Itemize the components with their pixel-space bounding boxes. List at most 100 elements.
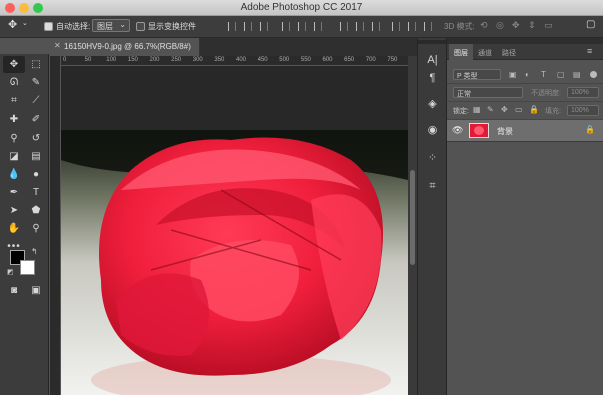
tool-preset-chevron-icon[interactable]: ⌄ — [22, 19, 28, 27]
layer-filter-dropdown[interactable]: P 类型 — [453, 69, 501, 80]
zoom-tool-icon[interactable]: ⚲ — [25, 220, 47, 237]
ruler-tick-label: 450 — [257, 57, 268, 63]
3d-rotate-icon[interactable]: ⟲ — [480, 20, 488, 31]
brush-tool-icon[interactable]: ✐ — [25, 111, 47, 128]
crop-panel-icon[interactable]: ⌗ — [424, 178, 441, 195]
character-panel-icon[interactable]: A| — [424, 52, 441, 69]
tab-paths[interactable]: 路径 — [497, 44, 521, 60]
fill-label: 填充: — [545, 108, 561, 115]
ruler-tick-label: 200 — [149, 57, 160, 63]
opacity-input[interactable]: 100% — [567, 87, 599, 98]
lock-label: 锁定: — [453, 108, 469, 115]
move-tool-icon[interactable]: ✥ — [8, 18, 17, 31]
filter-adjustment-icon[interactable]: ◐ — [525, 70, 530, 79]
ruler-tick-label: 700 — [365, 57, 376, 63]
align-right-icon[interactable] — [314, 22, 322, 31]
panel-menu-icon[interactable]: ≡ — [587, 46, 592, 56]
distribute-right-icon[interactable] — [424, 22, 432, 31]
collapsed-panels-handle[interactable] — [418, 40, 446, 44]
swatches-panel-icon[interactable]: ⁘ — [424, 150, 441, 167]
lasso-tool-icon[interactable]: ᘏ — [3, 74, 25, 91]
filter-pixel-icon[interactable]: ▣ — [509, 70, 517, 79]
paragraph-panel-icon[interactable]: ¶ — [424, 70, 441, 87]
marquee-tool-icon[interactable]: ⬚ — [25, 56, 47, 73]
vertical-ruler — [50, 56, 61, 395]
panel-tabs: 图层 通道 路径 ≡ — [447, 44, 603, 60]
default-colors-icon[interactable]: ◩ — [7, 268, 14, 276]
auto-select-label: 自动选择: — [56, 22, 91, 31]
gradient-tool-icon[interactable]: ▤ — [25, 148, 47, 165]
align-top-icon[interactable] — [228, 22, 236, 31]
document-tab[interactable]: ✕ 16150HV9-0.jpg @ 66.7%(RGB/8#) — [50, 38, 200, 56]
properties-panel-icon[interactable]: ◉ — [424, 122, 441, 139]
layer-filter-row: P 类型 ▣ ◐ T ▢ ▤ — [447, 66, 603, 84]
vertical-scroll-thumb[interactable] — [410, 170, 415, 265]
fill-input[interactable]: 100% — [567, 105, 599, 116]
distribute-center-icon[interactable] — [356, 22, 364, 31]
show-transform-checkbox[interactable] — [136, 22, 145, 31]
distribute-hcenter-icon[interactable] — [408, 22, 416, 31]
distribute-bottom-icon[interactable] — [372, 22, 380, 31]
dodge-tool-icon[interactable]: ● — [25, 166, 47, 183]
align-left-icon[interactable] — [282, 22, 290, 31]
layer-comps-icon[interactable]: ◈ — [424, 96, 441, 113]
clone-stamp-tool-icon[interactable]: ⚲ — [3, 130, 25, 147]
filter-type-icon[interactable]: T — [541, 70, 546, 79]
close-tab-icon[interactable]: ✕ — [54, 41, 61, 50]
ruler-tick-label: 350 — [214, 57, 225, 63]
align-horizontal-center-icon[interactable] — [298, 22, 306, 31]
rose-photo — [61, 130, 408, 395]
tab-layers[interactable]: 图层 — [449, 44, 473, 60]
quick-mask-icon[interactable]: ◙ — [3, 282, 25, 299]
lock-transparent-icon[interactable]: ▦ — [473, 105, 481, 114]
lock-artboard-icon[interactable]: ▭ — [515, 105, 523, 114]
auto-select-value: 图层 — [97, 22, 113, 31]
ruler-tick-label: 100 — [106, 57, 117, 63]
filter-smart-object-icon[interactable]: ▤ — [573, 70, 581, 79]
lock-row: 锁定: ▦ ✎ ✥ ▭ 🔒 填充: 100% — [447, 102, 603, 120]
path-select-tool-icon[interactable]: ➤ — [3, 202, 25, 219]
swap-colors-icon[interactable]: ↰ — [31, 247, 38, 256]
layer-row[interactable]: 👁 背景 🔒 — [447, 120, 603, 142]
align-vertical-center-icon[interactable] — [244, 22, 252, 31]
distribute-top-icon[interactable] — [340, 22, 348, 31]
document-image[interactable] — [61, 130, 408, 395]
pen-tool-icon[interactable]: ✒ — [3, 184, 25, 201]
auto-select-checkbox[interactable] — [44, 22, 53, 31]
blend-mode-dropdown[interactable]: 正常 — [453, 87, 523, 98]
lock-pixels-icon[interactable]: ✎ — [487, 105, 494, 114]
eyedropper-tool-icon[interactable]: ⟋ — [25, 92, 47, 109]
3d-drag-icon[interactable]: ✥ — [512, 20, 520, 31]
move-tool-icon[interactable]: ✥ — [3, 56, 25, 73]
auto-select-dropdown[interactable]: 图层 ⌄ — [92, 19, 130, 32]
thumbnail-rose-shape — [474, 126, 484, 135]
background-color-swatch[interactable] — [20, 260, 35, 275]
opacity-label: 不透明度: — [531, 90, 561, 97]
screen-mode-icon[interactable]: ▣ — [25, 282, 47, 299]
filter-shape-icon[interactable]: ▢ — [557, 70, 565, 79]
align-bottom-icon[interactable] — [260, 22, 268, 31]
lock-position-icon[interactable]: ✥ — [501, 105, 508, 114]
hand-tool-icon[interactable]: ✋ — [3, 220, 25, 237]
workspace-icon[interactable]: ▢ — [586, 19, 595, 30]
3d-scale-icon[interactable]: ▭ — [544, 20, 553, 31]
3d-slide-icon[interactable]: ⇕ — [528, 20, 536, 31]
history-brush-tool-icon[interactable]: ↺ — [25, 130, 47, 147]
distribute-left-icon[interactable] — [392, 22, 400, 31]
quick-select-tool-icon[interactable]: ✎ — [25, 74, 47, 91]
shape-tool-icon[interactable]: ⬟ — [25, 202, 47, 219]
blur-tool-icon[interactable]: 💧 — [3, 166, 25, 183]
lock-all-icon[interactable]: 🔒 — [529, 105, 539, 114]
visibility-eye-icon[interactable]: 👁 — [452, 125, 463, 136]
crop-tool-icon[interactable]: ⌗ — [3, 92, 25, 109]
3d-roll-icon[interactable]: ◎ — [496, 20, 504, 31]
healing-brush-tool-icon[interactable]: ✚ — [3, 111, 25, 128]
ruler-tick-label: 400 — [236, 57, 247, 63]
blend-row: 正常 不透明度: 100% — [447, 84, 603, 102]
tab-channels[interactable]: 通道 — [473, 44, 497, 60]
type-tool-icon[interactable]: T — [25, 184, 47, 201]
filter-toggle-icon[interactable] — [590, 71, 597, 78]
eraser-tool-icon[interactable]: ◪ — [3, 148, 25, 165]
fill-value: 100% — [571, 107, 589, 114]
collapsed-panels-strip — [417, 38, 447, 395]
